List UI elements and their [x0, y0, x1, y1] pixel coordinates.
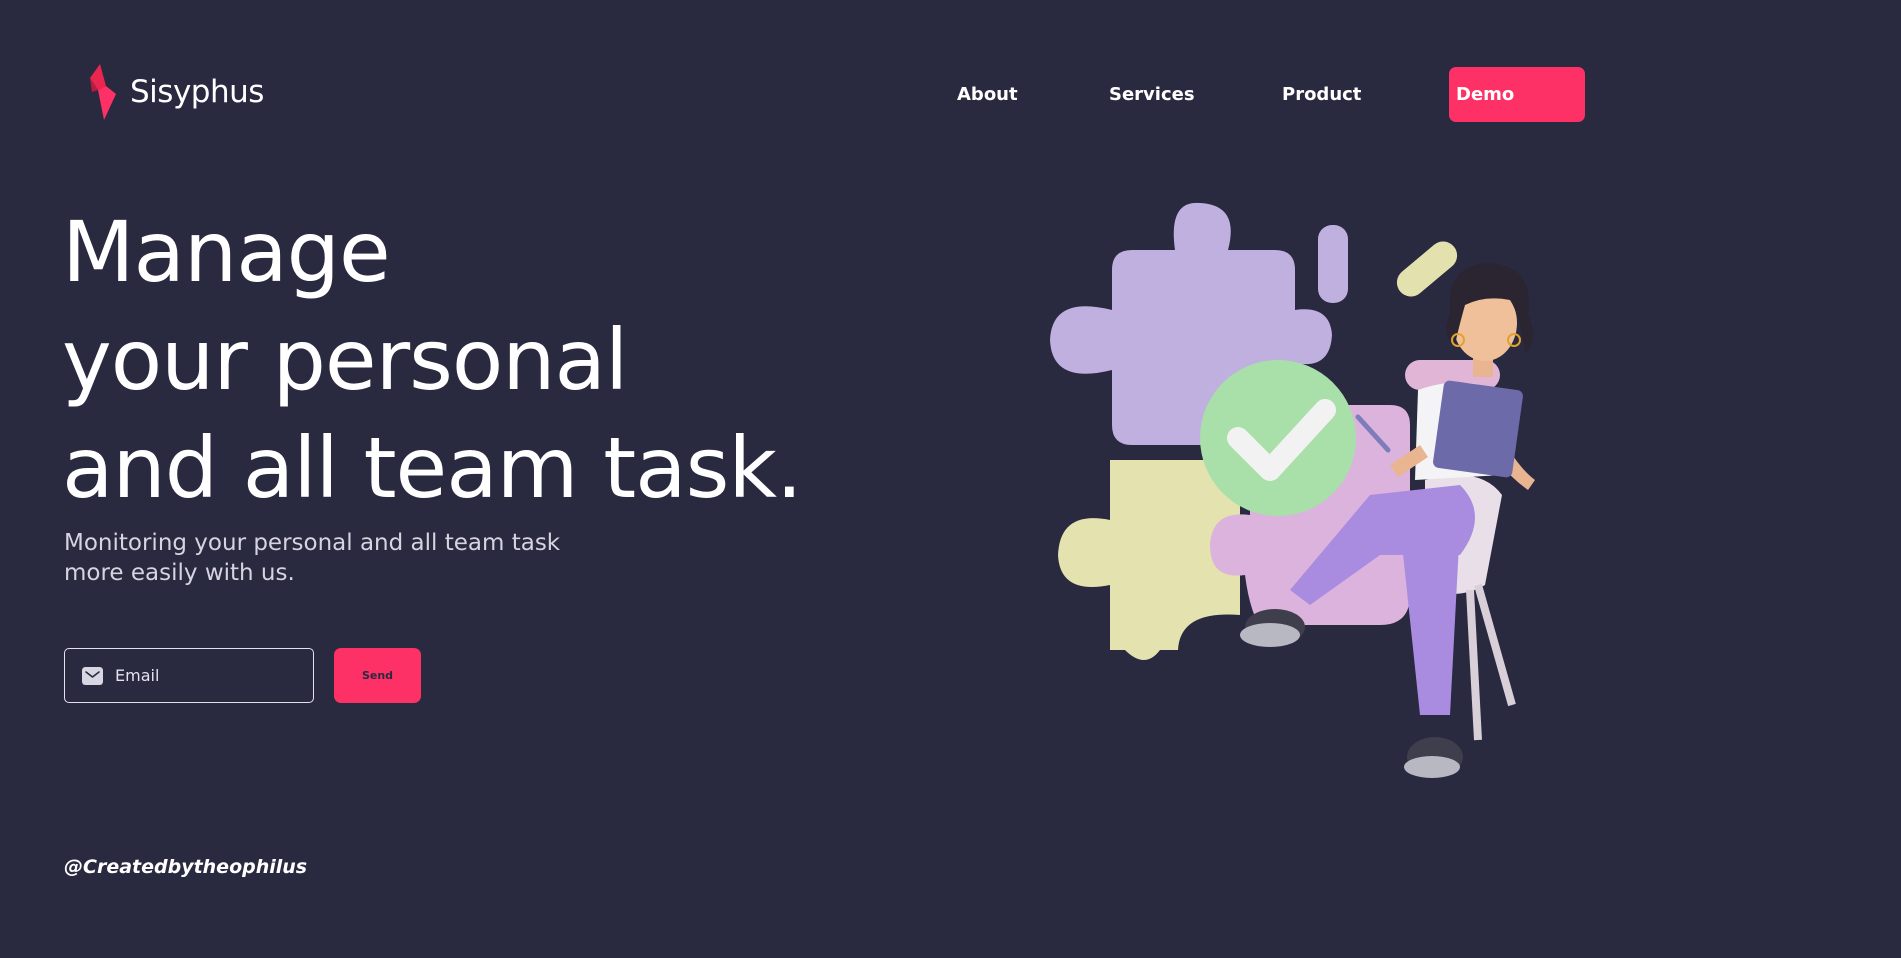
- send-button[interactable]: Send: [334, 648, 421, 703]
- nav-link-about[interactable]: About: [957, 67, 1018, 122]
- demo-button[interactable]: Demo: [1449, 67, 1585, 122]
- hero-subtitle-line: more easily with us.: [64, 560, 295, 586]
- woman-with-tablet-puzzle-illustration: [1050, 202, 1535, 778]
- envelope-icon: [82, 666, 103, 685]
- nav-link-product[interactable]: Product: [1282, 67, 1361, 122]
- nav-link-services[interactable]: Services: [1109, 67, 1195, 122]
- top-nav: About Services Product Demo: [0, 67, 1901, 122]
- hero-title: Manage your personal and all team task.: [62, 198, 803, 522]
- hero-title-line: and all team task.: [62, 419, 803, 517]
- email-field-wrapper[interactable]: [64, 648, 314, 703]
- email-input[interactable]: [113, 665, 297, 686]
- hero-subtitle-line: Monitoring your personal and all team ta…: [64, 530, 561, 556]
- hero-title-line: Manage: [62, 203, 391, 301]
- hero-title-line: your personal: [62, 311, 628, 409]
- hero-subtitle: Monitoring your personal and all team ta…: [64, 528, 624, 588]
- credit-text: @Createdbytheophilus: [64, 856, 308, 878]
